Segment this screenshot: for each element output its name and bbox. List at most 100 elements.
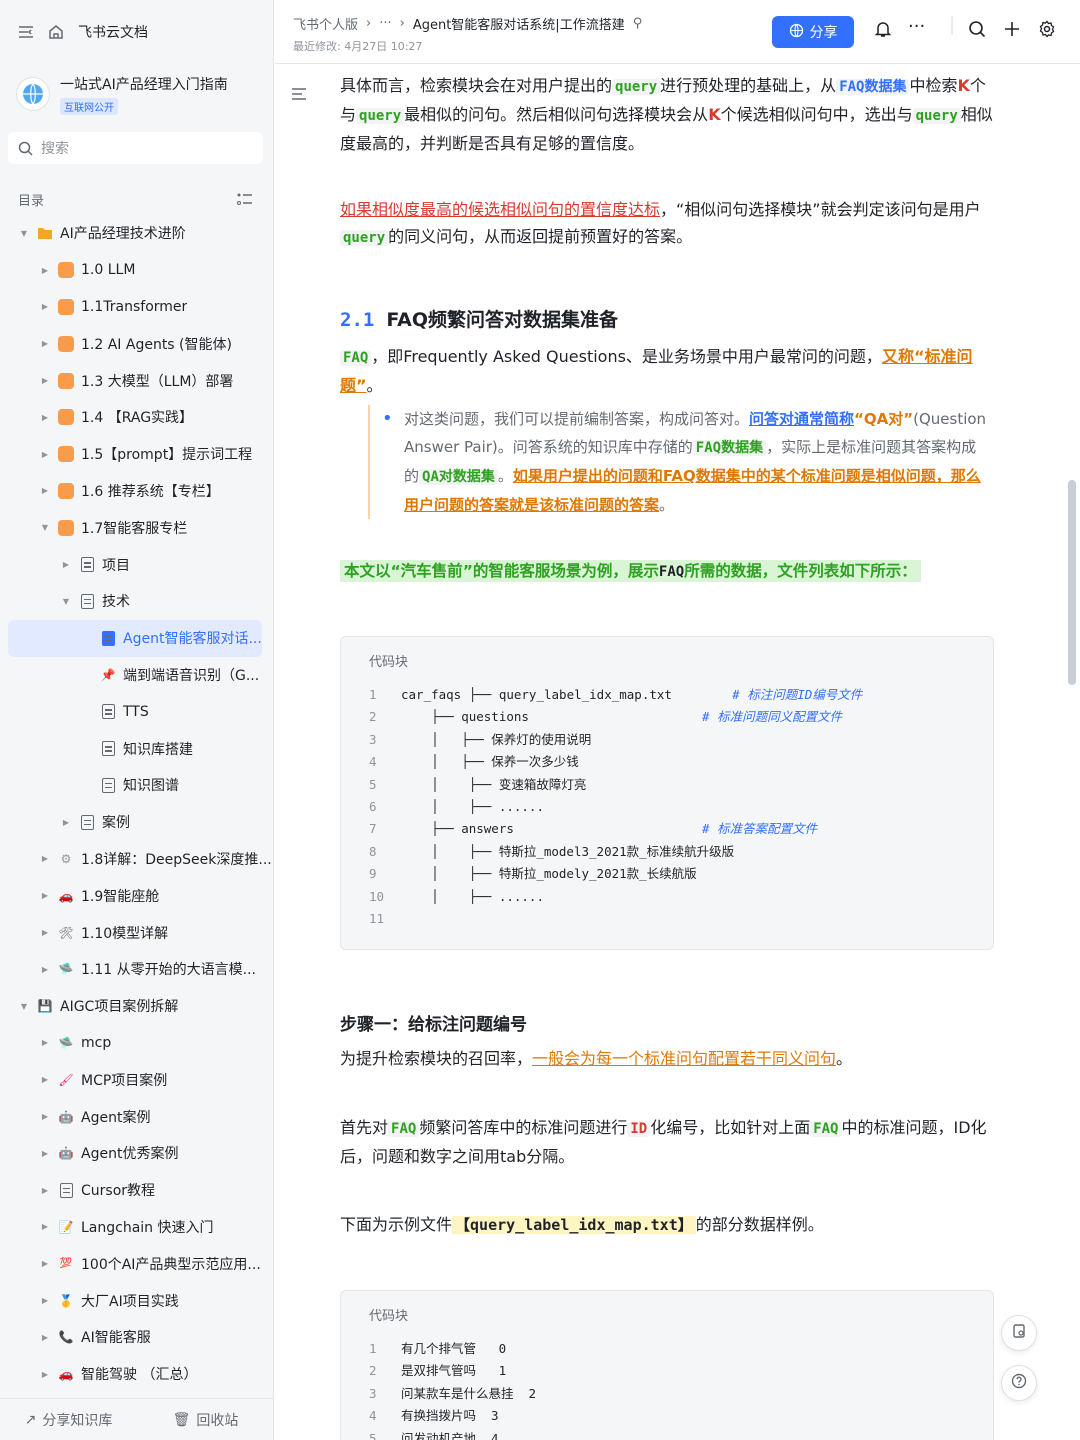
caret-right-icon[interactable]: ▶	[39, 928, 51, 937]
caret-right-icon[interactable]: ▶	[39, 486, 51, 495]
sidebar-search-input[interactable]: 搜索	[8, 132, 263, 164]
sidebar-item[interactable]: ▶ 📞 AI智能客服	[0, 1319, 274, 1356]
caret-right-icon[interactable]: ▶	[39, 376, 51, 385]
sidebar-item[interactable]: TTS	[0, 693, 274, 730]
caret-down-icon[interactable]: ▼	[18, 1002, 30, 1011]
sidebar-item[interactable]: ▶ 1.1Transformer	[0, 289, 274, 326]
code-text: ├── questions	[401, 709, 703, 725]
brand-name[interactable]: 飞书云文档	[78, 22, 148, 42]
sidebar-item-label: 100个AI产品典型示范应用...	[81, 1256, 261, 1273]
collapse-sidebar-icon[interactable]	[18, 25, 34, 39]
sidebar-item[interactable]: ▶ 案例	[0, 804, 274, 841]
crumb-root[interactable]: 飞书个人版	[293, 14, 358, 33]
sidebar: 飞书云文档 一站式AI产品经理入门指南 互联网公开 搜索 目录 ▼ AI产品经理技…	[0, 0, 274, 1440]
sidebar-item[interactable]: ▶ 🛸 mcp	[0, 1025, 274, 1062]
caret-right-icon[interactable]: ▶	[39, 339, 51, 348]
caret-right-icon[interactable]: ▶	[39, 1370, 51, 1379]
search-icon[interactable]	[968, 20, 986, 43]
caret-right-icon[interactable]: ▶	[39, 1296, 51, 1305]
bell-icon[interactable]	[874, 20, 892, 43]
sidebar-item[interactable]: ▶ 项目	[0, 546, 274, 583]
sidebar-item[interactable]: 📌 端到端语音识别（G...	[0, 657, 274, 694]
caret-right-icon[interactable]: ▶	[39, 1259, 51, 1268]
sidebar-item[interactable]: ▼ 技术	[0, 583, 274, 620]
sidebar-item[interactable]: ▼ 💾 AIGC项目案例拆解	[0, 988, 274, 1025]
caret-right-icon[interactable]: ▶	[39, 891, 51, 900]
knowledge-base-card[interactable]: 一站式AI产品经理入门指南 互联网公开	[0, 64, 273, 124]
code-block-1[interactable]: 代码块 1 car_faqs ├── query_label_idx_map.tx…	[340, 636, 994, 950]
recycle-label: 回收站	[196, 1412, 239, 1429]
scrollbar[interactable]	[1068, 480, 1076, 685]
code-line: 11	[369, 908, 965, 930]
caret-right-icon[interactable]: ▶	[39, 1112, 51, 1121]
caret-down-icon[interactable]: ▼	[60, 597, 72, 606]
home-icon[interactable]	[48, 24, 64, 40]
sidebar-item-label: 1.2 AI Agents (智能体)	[81, 336, 232, 353]
sidebar-item[interactable]: 知识库搭建	[0, 730, 274, 767]
doc-info-button[interactable]	[1001, 1315, 1037, 1351]
sidebar-item-label: 1.11 从零开始的大语言模...	[81, 962, 256, 979]
sidebar-item[interactable]: ▶ 🚗 智能驾驶 （汇总）	[0, 1356, 274, 1393]
caret-right-icon[interactable]: ▶	[39, 1222, 51, 1231]
sidebar-item[interactable]: ▶ 📝 Langchain 快速入门	[0, 1209, 274, 1246]
sidebar-item[interactable]: 知识图谱	[0, 767, 274, 804]
plus-icon[interactable]	[1003, 20, 1021, 43]
text: 。	[836, 1049, 853, 1068]
sidebar-item[interactable]: ▶ 🤖 Agent优秀案例	[0, 1135, 274, 1172]
sidebar-item[interactable]: ▶ 1.2 AI Agents (智能体)	[0, 325, 274, 362]
pin-icon[interactable]: ⚲	[633, 16, 643, 31]
caret-right-icon[interactable]: ▶	[60, 818, 72, 827]
code-block-2[interactable]: 代码块 1 有几个排气管 0 2 是双排气管吗 1 3 问某款车是什么悬挂 2 4 有换挡拨片…	[340, 1290, 994, 1440]
settings-icon[interactable]	[1038, 20, 1056, 43]
sidebar-item[interactable]: ▶ 🥇 大厂AI项目实践	[0, 1282, 274, 1319]
caret-down-icon[interactable]: ▼	[18, 229, 30, 238]
sidebar-item[interactable]: Agent智能客服对话...	[8, 619, 262, 657]
sidebar-item[interactable]: ▶ 🖌 MCP项目案例	[0, 1061, 274, 1098]
sidebar-item[interactable]: ▶ 🛠 1.10模型详解	[0, 914, 274, 951]
caret-right-icon[interactable]: ▶	[60, 560, 72, 569]
recycle-bin-button[interactable]: 🗑 回收站	[137, 1410, 274, 1430]
caret-right-icon[interactable]: ▶	[39, 450, 51, 459]
caret-right-icon[interactable]: ▶	[39, 1186, 51, 1195]
sidebar-item-label: AIGC项目案例拆解	[60, 999, 179, 1016]
sidebar-item[interactable]: ▶ 1.4 【RAG实践】	[0, 399, 274, 436]
line-number: 2	[369, 709, 377, 725]
code-text: │ ├── 变速箱故障灯亮	[401, 776, 587, 792]
caret-right-icon[interactable]: ▶	[39, 854, 51, 863]
sidebar-item[interactable]: ▶ 💯 100个AI产品典型示范应用...	[0, 1245, 274, 1282]
outline-icon[interactable]	[291, 86, 307, 105]
more-icon[interactable]: ···	[908, 16, 925, 37]
sidebar-item[interactable]: ▶ 1.5【prompt】提示词工程	[0, 436, 274, 473]
code-line: 3 问某款车是什么悬挂 2	[369, 1383, 965, 1405]
sidebar-item[interactable]: ▶ 1.3 大模型（LLM）部署	[0, 362, 274, 399]
sidebar-item-label: 1.6 推荐系统【专栏】	[81, 483, 220, 500]
medal-icon: 🥇	[58, 1293, 74, 1308]
doc-orange-icon	[57, 372, 75, 390]
sidebar-item[interactable]: ▶ ⚙ 1.8详解：DeepSeek深度推...	[0, 841, 274, 878]
share-kb-button[interactable]: ↗ 分享知识库	[0, 1410, 137, 1430]
caret-right-icon[interactable]: ▶	[39, 1075, 51, 1084]
caret-right-icon[interactable]: ▶	[39, 965, 51, 974]
crumb-current[interactable]: Agent智能客服对话系统|工作流搭建	[413, 14, 625, 33]
list-settings-icon[interactable]	[237, 192, 253, 206]
sidebar-item[interactable]: ▶ 🛸 1.11 从零开始的大语言模...	[0, 951, 274, 988]
sidebar-item[interactable]: ▶ Cursor教程	[0, 1172, 274, 1209]
caret-right-icon[interactable]: ▶	[39, 1333, 51, 1342]
caret-right-icon[interactable]: ▶	[39, 413, 51, 422]
sidebar-item[interactable]: ▶ 1.6 推荐系统【专栏】	[0, 473, 274, 510]
crumb-more[interactable]: ···	[379, 16, 391, 31]
sidebar-item[interactable]: ▼ 1.7智能客服专栏	[0, 509, 274, 546]
sidebar-item[interactable]: ▶ 🚗 1.9智能座舱	[0, 877, 274, 914]
sidebar-item[interactable]: ▶ 1.0 LLM	[0, 252, 274, 289]
code-text: │ ├── ......	[401, 798, 544, 814]
share-button[interactable]: 分享	[772, 16, 854, 48]
caret-right-icon[interactable]: ▶	[39, 1038, 51, 1047]
caret-down-icon[interactable]: ▼	[39, 523, 51, 532]
code-text: 问发动机产地 4	[401, 1430, 499, 1440]
caret-right-icon[interactable]: ▶	[39, 302, 51, 311]
caret-right-icon[interactable]: ▶	[39, 266, 51, 275]
help-button[interactable]	[1001, 1365, 1037, 1401]
sidebar-item[interactable]: ▼ AI产品经理技术进阶	[0, 215, 274, 252]
sidebar-item[interactable]: ▶ 🤖 Agent案例	[0, 1098, 274, 1135]
caret-right-icon[interactable]: ▶	[39, 1149, 51, 1158]
